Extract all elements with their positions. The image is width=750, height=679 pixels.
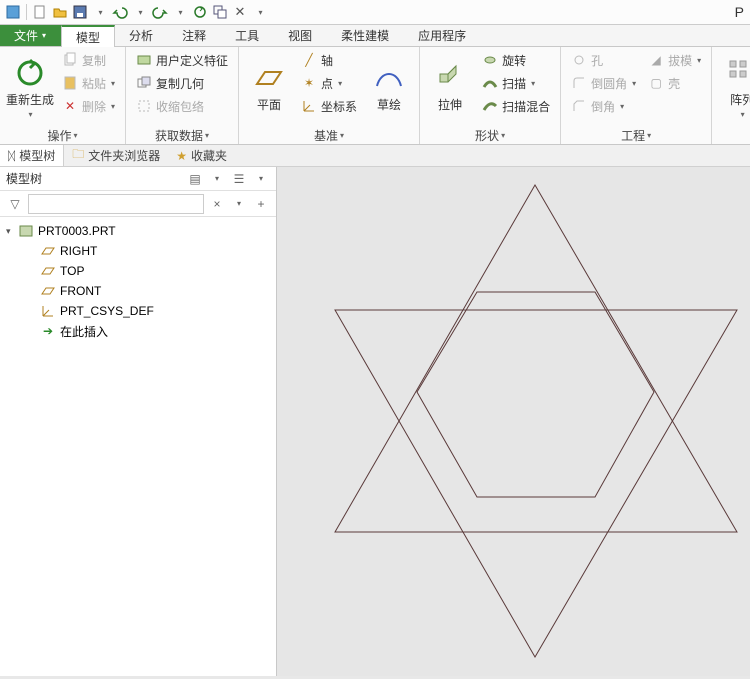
csys-icon xyxy=(40,304,56,318)
tree-node-right[interactable]: RIGHT xyxy=(22,241,276,261)
draft-button[interactable]: ◢拔模▾ xyxy=(644,49,705,71)
pattern-button[interactable]: 阵列 ▾ xyxy=(718,49,750,126)
group-datum: 平面 ╱轴 ✶点▾ 坐标系 草绘 基准▾ xyxy=(239,47,420,144)
model-tree: ▾ PRT0003.PRT RIGHT TOP FRONT PRT_CSYS_D… xyxy=(0,217,276,345)
tab-analysis[interactable]: 分析 xyxy=(115,25,168,46)
group-operations: 重新生成 ▾ 复制 粘贴▾ ✕删除▾ 操作▾ xyxy=(0,47,126,144)
group-ops-label: 操作 xyxy=(48,127,72,144)
tree-node-csys[interactable]: PRT_CSYS_DEF xyxy=(22,301,276,321)
redo-icon[interactable] xyxy=(151,3,169,21)
group-getdata-label: 获取数据 xyxy=(155,127,203,144)
group-engineering: 孔 倒圆角▾ 倒角▾ ◢拔模▾ ▢壳 . 工程▾ xyxy=(561,47,712,144)
group-edit: 阵列 ▾ ▥镜像 ✂修剪 ⬒合并 →延伸 ⇉偏移 ⊗相交 ↘投影 编辑 xyxy=(712,47,750,144)
regen-icon[interactable] xyxy=(191,3,209,21)
folder-icon: 🗀 xyxy=(72,145,84,166)
group-datum-label: 基准 xyxy=(314,127,338,144)
ribbon-tabs: 文件▾ 模型 分析 注释 工具 视图 柔性建模 应用程序 xyxy=(0,25,750,47)
group-shapes-label: 形状 xyxy=(475,127,499,144)
group-get-data: 用户定义特征 复制几何 收缩包络 获取数据▾ xyxy=(126,47,239,144)
filter-add-icon[interactable]: + xyxy=(252,195,270,213)
undo-icon[interactable] xyxy=(111,3,129,21)
insert-arrow-icon: ➔ xyxy=(40,324,56,338)
chamfer-button[interactable]: 倒角▾ xyxy=(567,95,640,117)
sketch-geometry xyxy=(277,167,750,676)
sketch-label: 草绘 xyxy=(377,96,401,113)
panel-tab-model-tree[interactable]: ᛞ模型树 xyxy=(0,145,64,166)
plane-icon xyxy=(40,264,56,278)
regenerate-label: 重新生成 xyxy=(6,91,54,108)
tab-flex[interactable]: 柔性建模 xyxy=(327,25,404,46)
filter-clear-icon[interactable]: × xyxy=(208,195,226,213)
pattern-label: 阵列 xyxy=(730,91,750,108)
csys-button[interactable]: 坐标系 xyxy=(297,95,361,117)
copy-button[interactable]: 复制 xyxy=(58,49,119,71)
point-button[interactable]: ✶点▾ xyxy=(297,72,361,94)
hole-button[interactable]: 孔 xyxy=(567,49,640,71)
tree-root[interactable]: ▾ PRT0003.PRT xyxy=(0,221,276,241)
qat-dropdown-icon[interactable]: ▾ xyxy=(251,3,269,21)
copy-geom-button[interactable]: 复制几何 xyxy=(132,72,232,94)
tree-node-top[interactable]: TOP xyxy=(22,261,276,281)
tab-view[interactable]: 视图 xyxy=(274,25,327,46)
plane-icon xyxy=(40,244,56,258)
sketch-button[interactable]: 草绘 xyxy=(365,49,413,126)
shell-button[interactable]: ▢壳 xyxy=(644,72,705,94)
tree-title: 模型树 xyxy=(6,170,42,187)
tree-node-front[interactable]: FRONT xyxy=(22,281,276,301)
undo-dropdown-icon[interactable]: ▾ xyxy=(131,3,149,21)
app-title-initial: P xyxy=(735,4,746,20)
swept-blend-button[interactable]: 扫描混合 xyxy=(478,95,554,117)
shrinkwrap-button[interactable]: 收缩包络 xyxy=(132,95,232,117)
new-icon[interactable] xyxy=(31,3,49,21)
panel-tab-favorites[interactable]: ★收藏夹 xyxy=(168,145,235,166)
tree-filter-input[interactable] xyxy=(28,194,204,214)
udf-button[interactable]: 用户定义特征 xyxy=(132,49,232,71)
part-icon xyxy=(18,224,34,238)
windows-icon[interactable] xyxy=(211,3,229,21)
group-shapes: 拉伸 旋转 扫描▾ 扫描混合 形状▾ xyxy=(420,47,561,144)
quick-access-toolbar: ▾ ▾ ▾ ✕ ▾ P xyxy=(0,0,750,25)
extrude-button[interactable]: 拉伸 xyxy=(426,49,474,126)
model-tree-panel: 模型树 ▤ ▾ ☰ ▾ ▽ × ▾ + ▾ PRT0003.PRT RIGHT … xyxy=(0,167,277,676)
graphics-viewport[interactable] xyxy=(277,167,750,676)
tree-icon: ᛞ xyxy=(8,149,15,163)
tab-tools[interactable]: 工具 xyxy=(221,25,274,46)
axis-button[interactable]: ╱轴 xyxy=(297,49,361,71)
group-eng-label: 工程 xyxy=(621,127,645,144)
round-button[interactable]: 倒圆角▾ xyxy=(567,72,640,94)
panel-tab-folder-browser[interactable]: 🗀文件夹浏览器 xyxy=(64,145,168,166)
filter-icon[interactable]: ▽ xyxy=(6,195,24,213)
redo-dropdown-icon[interactable]: ▾ xyxy=(171,3,189,21)
plane-icon xyxy=(40,284,56,298)
save-dropdown-icon[interactable]: ▾ xyxy=(91,3,109,21)
tree-node-insert-here[interactable]: ➔在此插入 xyxy=(22,321,276,341)
side-panel-tabs: ᛞ模型树 🗀文件夹浏览器 ★收藏夹 xyxy=(0,145,750,167)
tree-tool-columns-icon[interactable]: ▤ xyxy=(186,170,204,188)
ribbon: 重新生成 ▾ 复制 粘贴▾ ✕删除▾ 操作▾ 用户定义特征 复制几何 收缩包络 … xyxy=(0,47,750,145)
tree-tool-settings-icon[interactable]: ☰ xyxy=(230,170,248,188)
collapse-icon[interactable]: ▾ xyxy=(6,226,18,237)
revolve-button[interactable]: 旋转 xyxy=(478,49,554,71)
sweep-button[interactable]: 扫描▾ xyxy=(478,72,554,94)
tree-root-label: PRT0003.PRT xyxy=(38,224,116,238)
plane-label: 平面 xyxy=(257,96,281,113)
close-window-icon[interactable]: ✕ xyxy=(231,3,249,21)
star-icon: ★ xyxy=(176,149,187,163)
app-icon xyxy=(4,3,22,21)
tab-file[interactable]: 文件▾ xyxy=(0,25,61,46)
tab-model[interactable]: 模型 xyxy=(61,25,115,47)
plane-button[interactable]: 平面 xyxy=(245,49,293,126)
tab-annotate[interactable]: 注释 xyxy=(168,25,221,46)
save-icon[interactable] xyxy=(71,3,89,21)
regenerate-button[interactable]: 重新生成 ▾ xyxy=(6,49,54,126)
tab-apps[interactable]: 应用程序 xyxy=(404,25,481,46)
open-icon[interactable] xyxy=(51,3,69,21)
paste-button[interactable]: 粘贴▾ xyxy=(58,72,119,94)
extrude-label: 拉伸 xyxy=(438,96,462,113)
delete-button[interactable]: ✕删除▾ xyxy=(58,95,119,117)
